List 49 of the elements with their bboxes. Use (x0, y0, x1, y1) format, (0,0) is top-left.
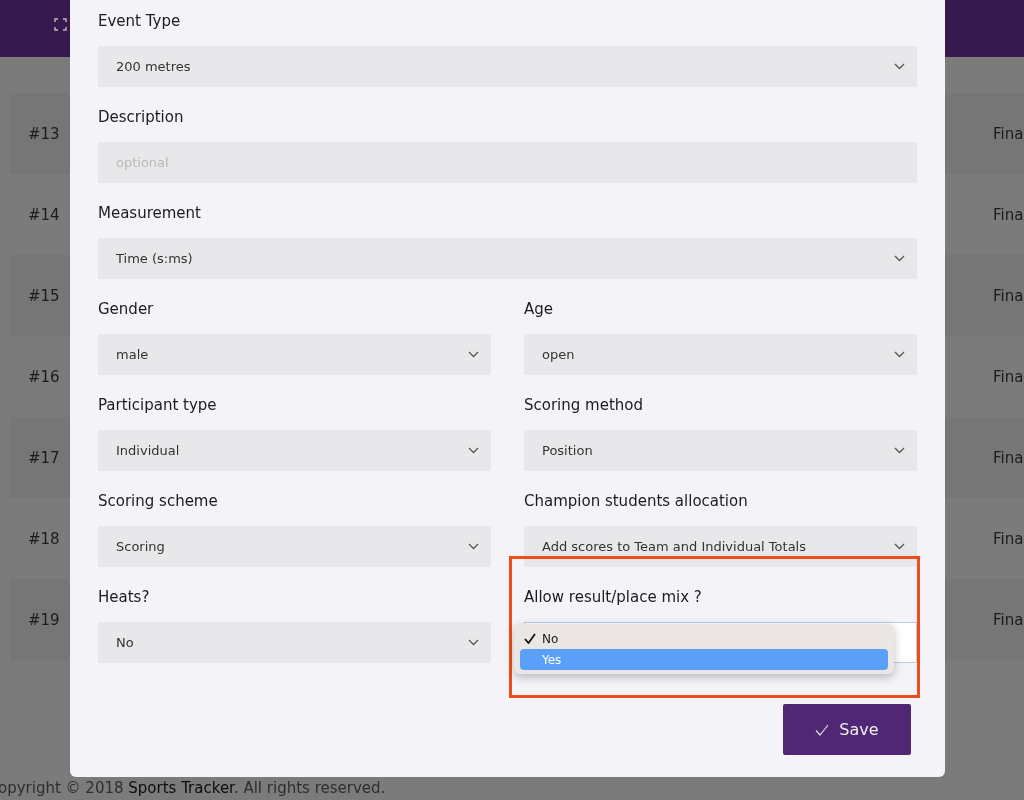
field-label: Heats? (98, 588, 151, 608)
chevron-icon (894, 255, 905, 262)
chevron-icon (468, 543, 479, 550)
select-field[interactable]: Scoring (98, 526, 491, 567)
select-field[interactable]: 200 metres (98, 46, 917, 87)
checkmark-icon (815, 723, 830, 736)
row-number: #13 (28, 124, 60, 143)
row-number: #19 (28, 610, 60, 629)
dropdown-option[interactable]: No (520, 628, 888, 649)
field-label: Age (524, 300, 554, 320)
select-field[interactable]: male (98, 334, 491, 375)
row-status: Final (993, 367, 1024, 386)
row-number: #16 (28, 367, 60, 386)
chevron-icon (468, 639, 479, 646)
row-status: Final (993, 448, 1024, 467)
row-status: Final (993, 124, 1024, 143)
site-link[interactable]: Sports Tracker (128, 779, 234, 797)
field-label: Gender (98, 300, 155, 320)
save-button[interactable]: Save (783, 704, 911, 755)
field-label: Allow result/place mix ? (524, 588, 703, 608)
chevron-icon (894, 543, 905, 550)
row-number: #15 (28, 286, 60, 305)
field-label: Scoring method (524, 396, 644, 416)
row-number: #17 (28, 448, 60, 467)
row-number: #14 (28, 205, 60, 224)
field-label: Scoring scheme (98, 492, 219, 512)
chevron-icon (894, 447, 905, 454)
checkmark-icon (524, 633, 536, 644)
field-label: Event Type (98, 12, 182, 32)
expand-icon[interactable] (54, 18, 67, 31)
select-field[interactable]: Time (s:ms) (98, 238, 917, 279)
select-field[interactable]: Position (524, 430, 917, 471)
row-status: Final (993, 529, 1024, 548)
field-label: Champion students allocation (524, 492, 749, 512)
row-status: Final (993, 286, 1024, 305)
chevron-icon (894, 351, 905, 358)
select-field[interactable]: Add scores to Team and Individual Totals (524, 526, 917, 567)
field-label: Measurement (98, 204, 202, 224)
chevron-icon (468, 351, 479, 358)
field-label: Participant type (98, 396, 218, 416)
chevron-icon (894, 63, 905, 70)
row-status: Final (993, 610, 1024, 629)
row-number: #18 (28, 529, 60, 548)
select-field[interactable]: Individual (98, 430, 491, 471)
select-field[interactable]: open (524, 334, 917, 375)
select-field[interactable]: No (98, 622, 491, 663)
field-label: Description (98, 108, 185, 128)
chevron-icon (468, 447, 479, 454)
row-status: Final (993, 205, 1024, 224)
